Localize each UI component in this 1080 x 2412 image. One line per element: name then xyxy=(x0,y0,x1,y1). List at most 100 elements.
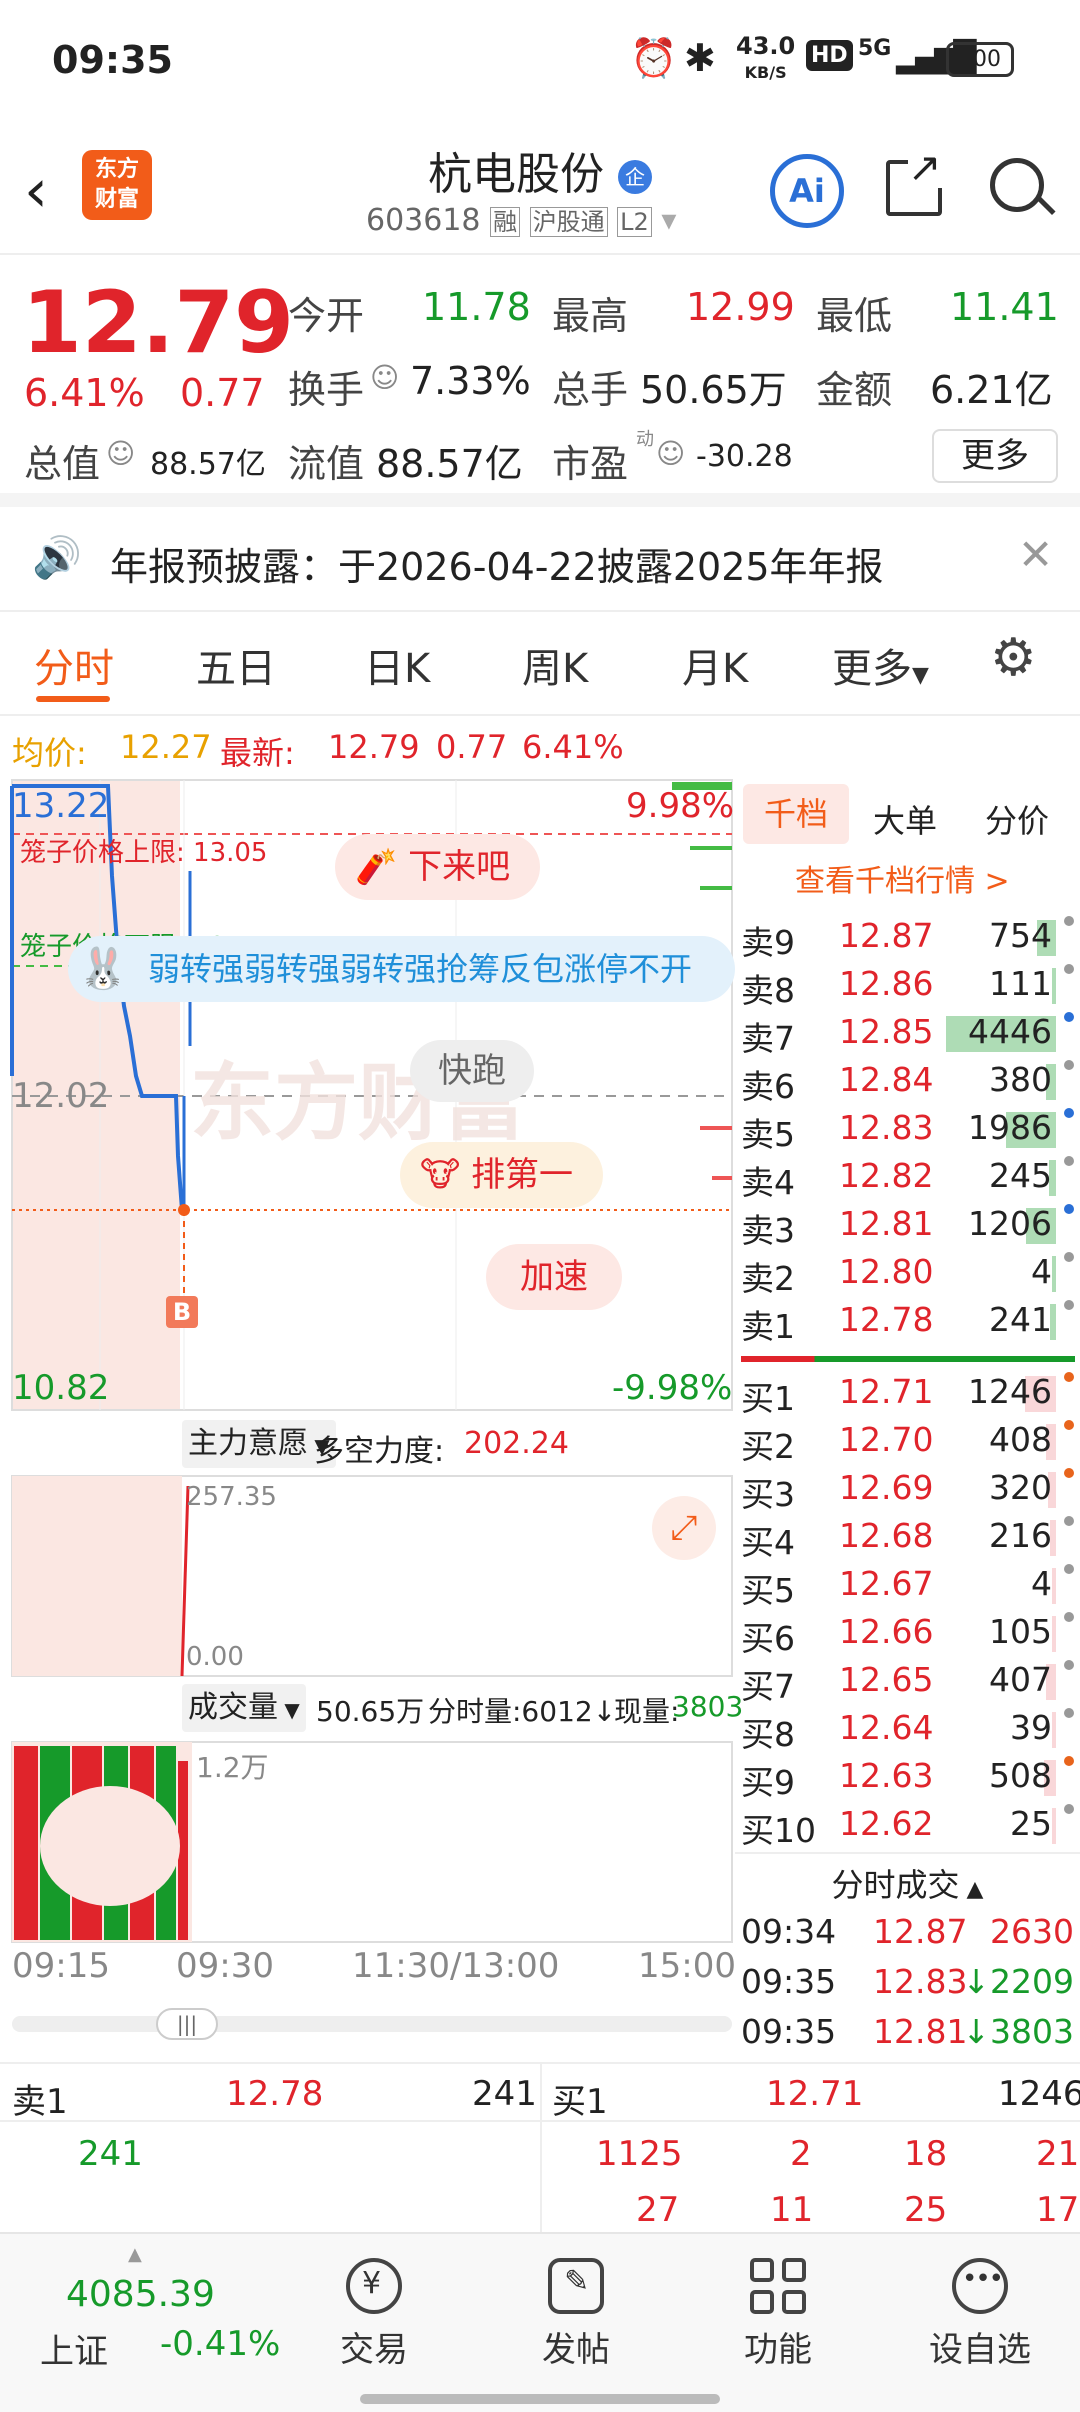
level-price: 12.87 xyxy=(839,916,934,955)
bid-row[interactable]: 买6 12.66 105 xyxy=(735,1612,1080,1660)
level-volume: 25 xyxy=(1010,1804,1052,1843)
bid-row[interactable]: 买10 12.62 25 xyxy=(735,1804,1080,1852)
tab-price-distribution[interactable]: 分价 xyxy=(985,796,1049,842)
index-ticker[interactable]: ▲ 4085.39 上证 -0.41% xyxy=(40,2244,280,2394)
level-volume: 1986 xyxy=(968,1108,1052,1147)
nav-post[interactable]: ✎ 发帖 xyxy=(506,2244,646,2371)
view-thousand-link[interactable]: 查看千档行情 > xyxy=(795,856,1010,900)
time-label: 11:30/13:00 xyxy=(352,1946,560,1986)
level-volume: 245 xyxy=(989,1156,1052,1195)
level-label: 卖9 xyxy=(741,923,795,962)
bid-row[interactable]: 买3 12.69 320 xyxy=(735,1468,1080,1516)
trade-price: 12.83 xyxy=(873,1962,968,2001)
search-icon[interactable] xyxy=(990,158,1056,216)
tab-thousand-level[interactable]: 千档 xyxy=(743,784,849,844)
chart-tabs: 分时 五日 日K 周K 月K 更多▼ ⚙ xyxy=(0,612,1080,716)
marquee-comment[interactable]: 🐰 弱转强弱转强弱转强抢筹反包涨停不开 xyxy=(68,936,735,1002)
settings-gear-icon[interactable]: ⚙ xyxy=(990,628,1037,688)
volume-bar xyxy=(1052,1808,1056,1844)
nav-functions[interactable]: 功能 xyxy=(708,2244,848,2371)
volume-label: 总手 xyxy=(552,368,629,412)
indicator-select[interactable]: 主力意愿 ▼ xyxy=(182,1420,336,1468)
level-label: 卖1 xyxy=(741,1307,795,1346)
info-icon[interactable]: ☺ xyxy=(656,437,685,470)
ask-row[interactable]: 卖1 12.78 241 xyxy=(735,1300,1080,1348)
tab-five-day[interactable]: 五日 xyxy=(196,636,276,694)
chevron-down-icon[interactable]: ▾ xyxy=(661,203,676,238)
trade-price: 12.87 xyxy=(873,1912,968,1951)
tab-daily-k[interactable]: 日K xyxy=(364,636,430,694)
bid-row[interactable]: 买5 12.67 4 xyxy=(735,1564,1080,1612)
comment-bubble[interactable]: 加速 xyxy=(486,1244,622,1310)
trades-title[interactable]: 分时成交 ▲ xyxy=(735,1860,1080,1906)
notice-bar[interactable]: 🔊 年报预披露：于2026-04-22披露2025年年报 ✕ xyxy=(0,506,1080,612)
firecracker-icon: 🧨 xyxy=(355,847,398,887)
tab-monthly-k[interactable]: 月K xyxy=(682,636,748,694)
buy-marker[interactable]: B xyxy=(166,1296,198,1328)
pe-superscript: 动 xyxy=(636,429,654,450)
level-label: 买2 xyxy=(741,1427,795,1466)
expand-icon[interactable]: ⤢ xyxy=(652,1496,716,1560)
ask-row[interactable]: 卖5 12.83 1986 xyxy=(735,1108,1080,1156)
status-dot-icon xyxy=(1064,1060,1074,1070)
ask-row[interactable]: 卖6 12.84 380 xyxy=(735,1060,1080,1108)
ask-row[interactable]: 卖7 12.85 4446 xyxy=(735,1012,1080,1060)
trade-time: 09:35 xyxy=(741,2012,837,2051)
bid-row[interactable]: 买7 12.65 407 xyxy=(735,1660,1080,1708)
stock-code: 603618 xyxy=(366,203,481,238)
ask-row[interactable]: 卖2 12.80 4 xyxy=(735,1252,1080,1300)
volume-bar xyxy=(1052,1712,1056,1748)
share-icon[interactable]: ↗ xyxy=(886,148,942,216)
volume-axis: 1.2万 xyxy=(196,1751,269,1784)
ai-button[interactable]: Ai xyxy=(770,154,844,228)
latest-label: 最新: xyxy=(220,734,295,772)
level-volume: 216 xyxy=(989,1516,1052,1555)
comment-bubble[interactable]: 快跑 xyxy=(410,1040,534,1102)
yen-icon: ¥ xyxy=(346,2258,402,2314)
network-speed: 43.0 KB/S xyxy=(736,34,795,85)
status-dot-icon xyxy=(1064,1660,1074,1670)
tab-big-order[interactable]: 大单 xyxy=(873,796,937,842)
low-value: 11.41 xyxy=(950,285,1059,329)
bid-row[interactable]: 买1 12.71 1246 xyxy=(735,1372,1080,1420)
level-volume: 380 xyxy=(989,1060,1052,1099)
level-price: 12.71 xyxy=(839,1372,934,1411)
info-icon[interactable]: ☺ xyxy=(106,437,135,470)
bid-row[interactable]: 买8 12.64 39 xyxy=(735,1708,1080,1756)
scroll-handle[interactable]: ||| xyxy=(156,2008,218,2040)
comment-bubble[interactable]: 🧨 下来吧 xyxy=(335,834,541,900)
cage-upper-label: 笼子价格上限: 13.05 xyxy=(20,838,268,868)
ask-row[interactable]: 卖9 12.87 754 xyxy=(735,916,1080,964)
bid-row[interactable]: 买4 12.68 216 xyxy=(735,1516,1080,1564)
level-volume: 4446 xyxy=(968,1012,1052,1051)
volume-select-label: 成交量 xyxy=(188,1690,278,1725)
level-volume: 105 xyxy=(989,1612,1052,1651)
close-icon[interactable]: ✕ xyxy=(1018,530,1053,579)
caret-down-icon: ▼ xyxy=(278,1698,300,1722)
ask-row[interactable]: 卖3 12.81 1206 xyxy=(735,1204,1080,1252)
tab-weekly-k[interactable]: 周K xyxy=(522,636,588,694)
low-label: 最低 xyxy=(816,294,893,338)
intraday-chart[interactable]: 13.22 9.98% 笼子价格上限: 13.05 笼子价格下限: 12.51 … xyxy=(0,776,743,2066)
nav-trade[interactable]: ¥ 交易 xyxy=(304,2244,444,2371)
buy1-price: 12.71 xyxy=(766,2074,864,2114)
level-label: 卖2 xyxy=(741,1259,795,1298)
pe-value: -30.28 xyxy=(696,439,793,474)
volume-select[interactable]: 成交量 ▼ xyxy=(182,1684,306,1732)
tab-intraday[interactable]: 分时 xyxy=(34,636,114,694)
pct-axis-bottom: -9.98% xyxy=(612,1368,733,1408)
status-dot-icon xyxy=(1064,1204,1074,1214)
bid-row[interactable]: 买2 12.70 408 xyxy=(735,1420,1080,1468)
alarm-icon: ⏰ xyxy=(630,36,678,80)
comment-bubble[interactable]: 🐮 排第一 xyxy=(400,1142,604,1208)
nav-add-watchlist[interactable]: ••• 设自选 xyxy=(910,2244,1050,2371)
level-price: 12.64 xyxy=(839,1708,934,1747)
ask-row[interactable]: 卖8 12.86 111 xyxy=(735,964,1080,1012)
ask-row[interactable]: 卖4 12.82 245 xyxy=(735,1156,1080,1204)
y-axis-mid: 12.02 xyxy=(12,1076,110,1116)
bid-row[interactable]: 买9 12.63 508 xyxy=(735,1756,1080,1804)
mcap-value: 88.57亿 xyxy=(150,447,266,482)
tab-more[interactable]: 更多▼ xyxy=(832,636,929,694)
more-button[interactable]: 更多 xyxy=(932,429,1058,483)
info-icon[interactable]: ☺ xyxy=(370,361,399,394)
